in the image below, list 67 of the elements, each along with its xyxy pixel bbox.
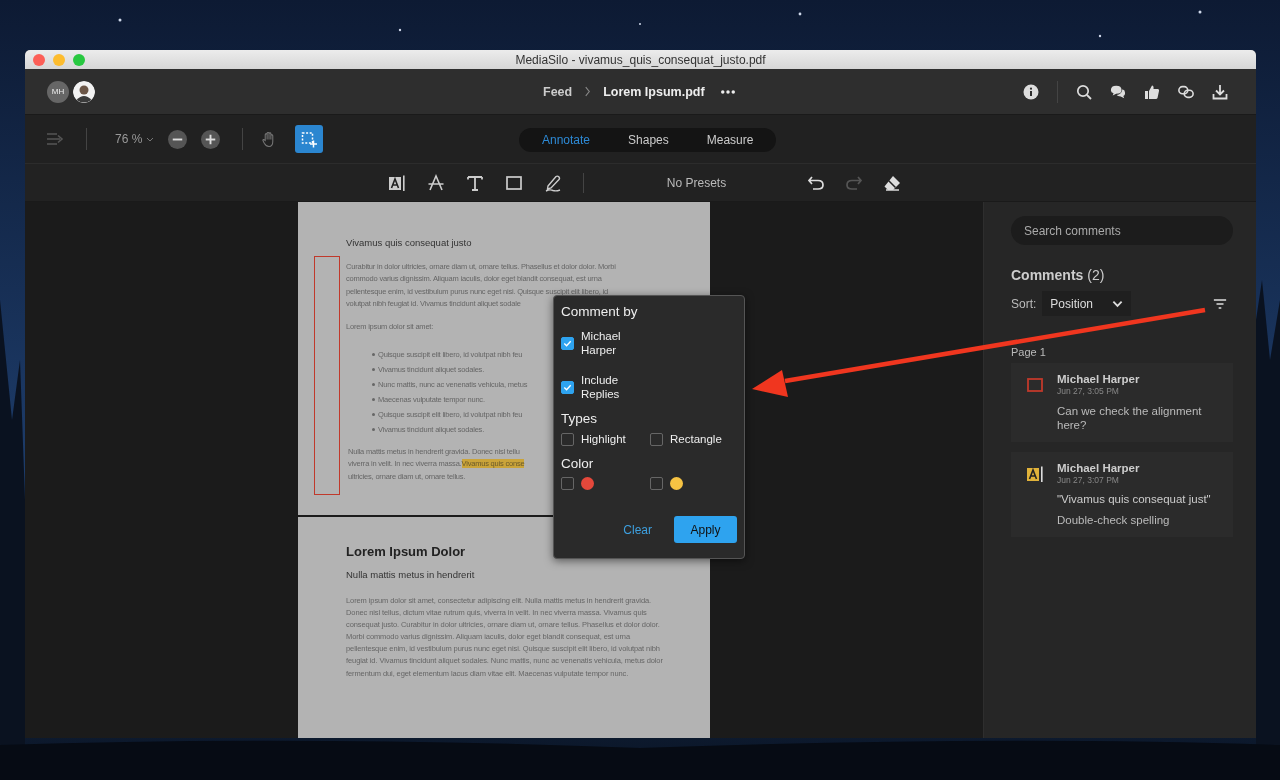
download-icon[interactable] [1212,83,1228,100]
chevron-right-icon [584,86,592,97]
comments-heading: Comments [1011,267,1084,283]
checkbox[interactable] [561,336,574,350]
comment-time: Jun 27, 3:05 PM [1057,386,1120,396]
mode-tab[interactable]: Annotate [523,128,610,152]
group-label: Page 1 [1011,346,1047,358]
chevron-down-icon [1112,299,1124,308]
checkbox[interactable] [561,380,574,394]
comment-author: Michael Harper [1057,462,1141,474]
eraser-icon[interactable] [883,173,902,192]
comment-card[interactable]: Michael Harper Jun 27, 3:07 PM "Vivamus quis consequat just" Double-check spelling [1011,452,1233,537]
text-highlight-icon[interactable] [387,173,406,192]
section-heading: Types [561,411,599,426]
checkbox-label[interactable]: Highlight [581,432,626,446]
checkbox[interactable] [561,432,574,446]
chevron-down-icon [146,136,155,142]
clear-button[interactable]: Clear [610,522,665,537]
page-heading: Lorem Ipsum Dolor [346,544,467,559]
thumbs-up-icon[interactable] [1144,83,1160,100]
pen-icon[interactable] [543,173,562,192]
strikethrough-icon[interactable] [426,173,445,192]
sort-dropdown[interactable]: Position [1042,291,1132,316]
comment-quote: "Vivamus quis consequat just" [1057,493,1212,505]
comment-text: Can we check the alignment here? [1057,404,1203,432]
link-icon[interactable] [1178,83,1194,100]
page-subheading: Nulla mattis metus in hendrerit [346,569,476,580]
comment-author: Michael Harper [1057,373,1141,385]
checkbox-label[interactable]: Include Replies [581,373,641,401]
info-icon[interactable] [1023,83,1039,100]
checkbox-label[interactable]: Michael Harper [581,329,641,357]
rectangle-icon [1026,376,1044,394]
rectangle-annotation[interactable] [314,256,340,495]
page-title: Vivamus quis consequat justo [346,237,473,248]
popup-heading: Comment by [561,304,639,319]
mode-tab[interactable]: Shapes [609,128,688,152]
filter-icon[interactable] [1213,297,1227,310]
mode-tab[interactable]: Measure [687,128,773,152]
checkbox[interactable] [561,477,574,490]
user-avatar[interactable]: MH [47,80,69,103]
text-icon[interactable] [465,173,484,192]
breadcrumb-link[interactable]: Feed [543,84,573,99]
comment-card[interactable]: Michael Harper Jun 27, 3:05 PM Can we check the alignment here? [1011,363,1233,442]
comment-time: Jun 27, 3:07 PM [1057,475,1120,485]
section-heading: Color [561,456,595,471]
zoom-in-icon[interactable] [201,129,221,149]
search-field[interactable]: Search comments [1011,216,1233,245]
marquee-icon [301,130,318,148]
window-title: MediaSilo - vivamus_quis_consequat_justo.pdf [515,52,766,67]
presets-label[interactable]: No Presets [666,175,727,190]
user-avatar[interactable] [73,80,95,103]
checkbox[interactable] [650,477,663,490]
checkbox-label[interactable]: Rectangle [670,432,722,446]
checkbox[interactable] [650,432,663,446]
sort-label: Sort: [1011,296,1037,311]
comment-count: (2) [1087,267,1105,283]
apply-button[interactable]: Apply [674,516,737,543]
rectangle-icon[interactable] [504,173,523,192]
search-icon[interactable] [1076,83,1092,100]
text-highlight-icon [1026,465,1044,483]
chat-icon[interactable] [1110,83,1126,100]
zoom-dropdown[interactable]: 76 % [115,132,155,146]
more-icon[interactable] [720,89,735,94]
file-name: Lorem Ipsum.pdf [603,84,705,99]
comment-text: Double-check spelling [1057,513,1171,527]
zoom-out-icon[interactable] [168,129,188,149]
marquee-tool[interactable] [295,125,324,153]
